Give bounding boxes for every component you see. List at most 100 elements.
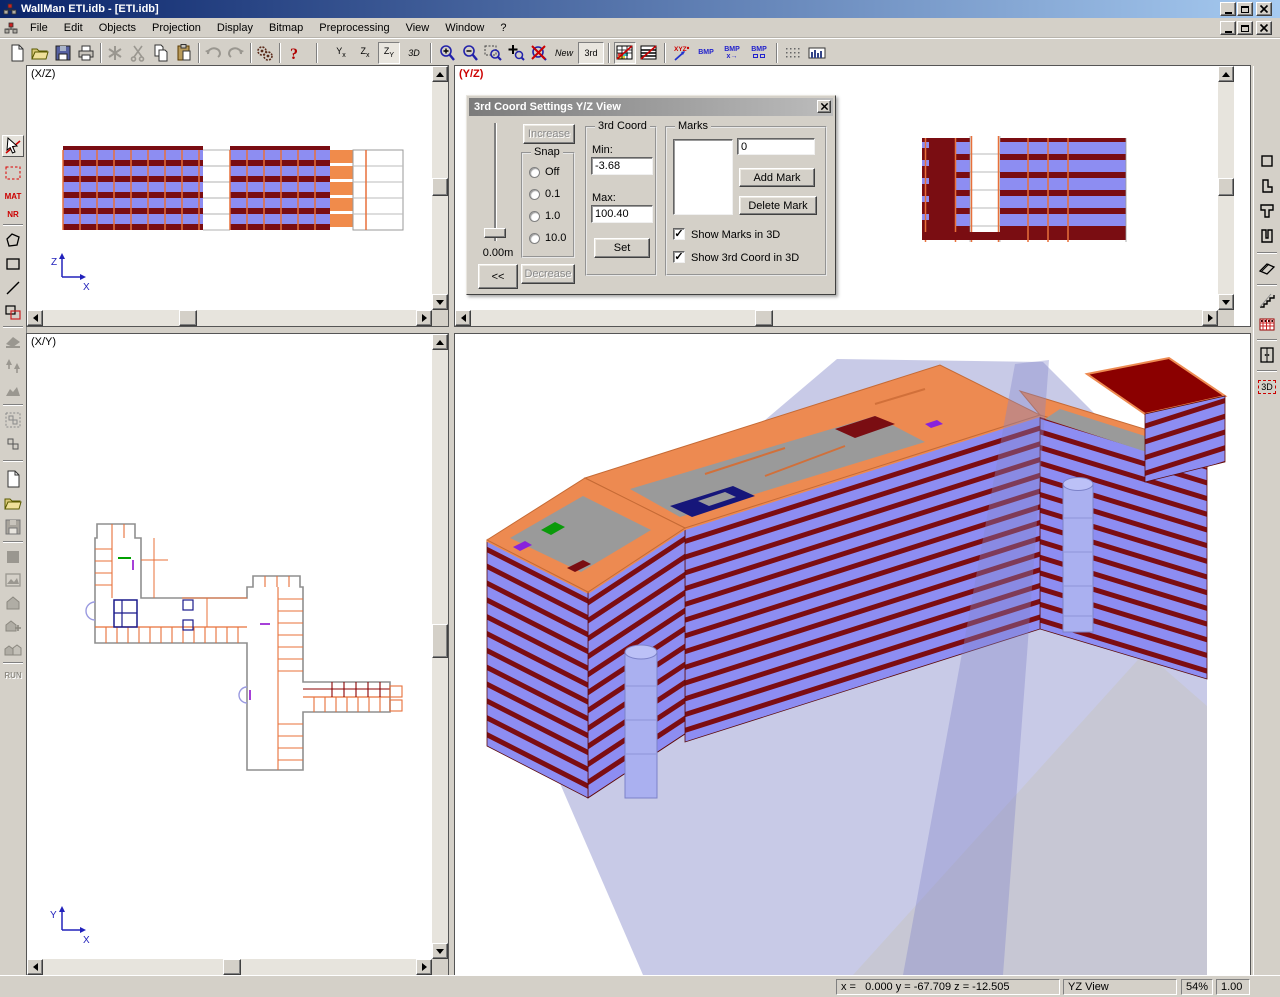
scroll-thumb[interactable] (179, 310, 197, 326)
scroll-right-button[interactable] (416, 959, 432, 975)
bmp-button[interactable]: BMP (694, 42, 718, 64)
mark-value-input[interactable] (737, 138, 815, 155)
scroll-down-button[interactable] (1218, 294, 1234, 310)
scroll-left-button[interactable] (27, 310, 43, 326)
xz-vertical-scrollbar[interactable] (432, 66, 448, 310)
material-preview[interactable] (2, 546, 24, 568)
run-button[interactable]: RUN (2, 667, 24, 683)
new-view-button[interactable]: New (551, 42, 577, 64)
door-tool[interactable] (1256, 344, 1278, 366)
view-yx-button[interactable]: Yx (330, 42, 352, 64)
roof-tool[interactable] (1256, 257, 1278, 279)
menu-file[interactable]: File (22, 19, 56, 37)
zoom-in-button[interactable] (436, 42, 458, 64)
yz-vertical-scrollbar[interactable] (1218, 66, 1234, 310)
subobjects-tool[interactable] (2, 433, 24, 455)
scroll-thumb[interactable] (223, 959, 241, 975)
snap-01-radio[interactable] (529, 189, 540, 200)
select-arrow-tool[interactable] (2, 135, 24, 157)
viewport-3d[interactable] (455, 334, 1250, 975)
xy-horizontal-scrollbar[interactable] (27, 959, 432, 975)
shape-t-tool[interactable] (1256, 200, 1278, 222)
snap-10-radio[interactable] (529, 211, 540, 222)
material-tool[interactable]: MAT (2, 188, 24, 204)
facade-tool[interactable] (1256, 313, 1278, 335)
scroll-left-button[interactable] (27, 959, 43, 975)
scroll-down-button[interactable] (432, 294, 448, 310)
zoom-out-button[interactable] (459, 42, 481, 64)
vertical-splitter[interactable] (448, 66, 455, 975)
show-coord-checkbox[interactable]: ✓ (673, 251, 685, 263)
paste-button[interactable] (173, 42, 195, 64)
coord-slider-thumb[interactable] (484, 228, 506, 238)
menu-edit[interactable]: Edit (56, 19, 91, 37)
select-tool-button[interactable] (104, 42, 126, 64)
scroll-up-button[interactable] (1218, 66, 1234, 82)
undo-button[interactable] (202, 42, 224, 64)
grid-toggle-button[interactable] (782, 42, 804, 64)
shape-l-tool[interactable] (1256, 175, 1278, 197)
menu-window[interactable]: Window (437, 19, 492, 37)
mdi-minimize-button[interactable] (1220, 21, 1236, 35)
increase-button[interactable]: Increase (523, 124, 575, 144)
scroll-thumb[interactable] (432, 624, 448, 658)
mdi-restore-button[interactable] (1237, 21, 1253, 35)
combine-tool[interactable] (2, 301, 24, 323)
bmp-export-button[interactable]: BMPx→ (719, 42, 745, 64)
zoom-window-button[interactable] (482, 42, 504, 64)
add-mark-button[interactable]: Add Mark (739, 168, 815, 187)
save-database-button[interactable] (2, 516, 24, 538)
view-3d-tool[interactable]: 3D (1256, 376, 1278, 398)
scroll-thumb[interactable] (432, 178, 448, 196)
horizontal-splitter[interactable] (27, 326, 1250, 334)
shape-square-tool[interactable] (1256, 150, 1278, 172)
menu-bitmap[interactable]: Bitmap (261, 19, 311, 37)
menu-objects[interactable]: Objects (91, 19, 144, 37)
menu-help[interactable]: ? (492, 19, 514, 37)
view-zy-button[interactable]: ZY (378, 42, 400, 64)
viewport-xz[interactable]: Z X (X/Z) (27, 66, 448, 326)
grid-color-button[interactable] (614, 42, 636, 64)
vegetation-tool[interactable] (2, 355, 24, 377)
help-button[interactable] (283, 42, 305, 64)
mdi-close-button[interactable] (1256, 21, 1272, 35)
dialog-close-button[interactable] (817, 100, 831, 113)
menu-display[interactable]: Display (209, 19, 261, 37)
open-database-button[interactable] (2, 492, 24, 514)
scroll-up-button[interactable] (432, 334, 448, 350)
coord-slider-track[interactable] (494, 123, 497, 241)
shape-u-tool[interactable] (1256, 225, 1278, 247)
redo-button[interactable] (225, 42, 247, 64)
copy-button[interactable] (150, 42, 172, 64)
scroll-down-button[interactable] (432, 943, 448, 959)
selection-rect-tool[interactable] (2, 162, 24, 184)
image-tool[interactable] (2, 569, 24, 591)
open-file-button[interactable] (29, 42, 51, 64)
xy-vertical-scrollbar[interactable] (432, 334, 448, 959)
scroll-thumb[interactable] (1218, 178, 1234, 196)
bmp-tile-button[interactable]: BMP (746, 42, 772, 64)
decrease-button[interactable]: Decrease (521, 264, 575, 284)
histogram-button[interactable] (806, 42, 828, 64)
yz-horizontal-scrollbar[interactable] (455, 310, 1218, 326)
marks-listbox[interactable] (673, 139, 733, 215)
close-button[interactable] (1256, 2, 1272, 16)
number-tool[interactable]: NR (2, 206, 24, 222)
scroll-right-button[interactable] (416, 310, 432, 326)
menu-preprocessing[interactable]: Preprocessing (311, 19, 397, 37)
xz-horizontal-scrollbar[interactable] (27, 310, 432, 326)
print-button[interactable] (75, 42, 97, 64)
grid-plain-button[interactable] (638, 42, 660, 64)
terrain-tool[interactable] (2, 379, 24, 401)
scroll-thumb[interactable] (755, 310, 773, 326)
set-button[interactable]: Set (594, 238, 650, 258)
viewport-xy[interactable]: Y X (X/Y) (27, 334, 448, 975)
building-tool-2[interactable] (2, 615, 24, 637)
restore-button[interactable] (1237, 2, 1253, 16)
scroll-up-button[interactable] (432, 66, 448, 82)
new-file-button[interactable] (6, 42, 28, 64)
cut-button[interactable] (127, 42, 149, 64)
stairs-tool[interactable] (1256, 289, 1278, 311)
save-button[interactable] (52, 42, 74, 64)
line-tool[interactable] (2, 277, 24, 299)
